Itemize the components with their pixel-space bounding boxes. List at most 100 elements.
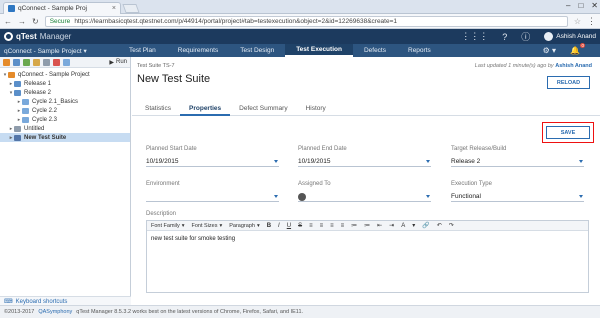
app-logo[interactable]: qTest [16,32,37,41]
tab-properties[interactable]: Properties [180,100,231,116]
delete-icon[interactable] [53,58,60,66]
detail-tabs: Statistics Properties Defect Summary His… [132,100,600,116]
tree-item-label: Cycle 2.2 [32,107,58,114]
dropdown-caret-icon[interactable] [579,195,583,198]
description-textarea[interactable]: new test suite for smoke testing [147,231,588,247]
numbered-list-icon[interactable]: ≔ [364,222,370,229]
release-icon [14,80,21,87]
settings-gear-icon[interactable]: ⚙ ▾ [543,46,556,55]
back-icon[interactable]: ← [4,17,12,26]
dropdown-caret-icon[interactable] [579,160,583,163]
environment-select[interactable] [146,192,279,202]
tree-item-release-1[interactable]: ▸ Release 1 [0,79,130,88]
link-icon[interactable]: 🔗 [422,222,429,229]
environment-label: Environment [146,181,180,187]
apps-grid-icon[interactable]: ⋮⋮⋮ [461,31,488,42]
copy-icon[interactable] [43,58,50,66]
project-selector[interactable]: qConnect - Sample Project ▾ [0,44,118,57]
tree-item-project[interactable]: ▾ qConnect - Sample Project [0,70,130,79]
tree-item-release-2[interactable]: ▾ Release 2 [0,88,130,97]
forward-icon[interactable]: → [18,17,26,26]
new-tab-button[interactable] [122,4,140,13]
execution-type-select[interactable]: Functional [451,192,584,202]
nav-requirements[interactable]: Requirements [167,44,229,57]
indent-icon[interactable]: ⇥ [389,222,394,229]
maximize-icon[interactable]: □ [578,1,583,10]
editor-toolbar: Font Family ▾ Font Sizes ▾ Paragraph ▾ B I … [147,221,588,231]
tree-item-cycle-2-3[interactable]: ▸ Cycle 2.3 [0,115,130,124]
nav-test-plan[interactable]: Test Plan [118,44,167,57]
user-menu[interactable]: Ashish Anand [544,32,596,41]
help-icon[interactable]: ? [502,32,507,42]
new-release-icon[interactable] [3,58,10,66]
assigned-to-select[interactable] [298,192,431,202]
text-color-icon[interactable]: A [401,223,405,229]
close-tab-icon[interactable]: × [112,5,116,12]
execution-type-field: Execution Type Functional [451,181,584,202]
redo-icon[interactable]: ↷ [449,222,454,229]
font-sizes-select[interactable]: Font Sizes ▾ [192,223,223,229]
italic-button[interactable]: I [278,223,280,229]
text-color-dropdown-icon[interactable]: ▾ [412,222,415,229]
save-button[interactable]: SAVE [546,126,590,139]
assigned-to-label: Assigned To [298,181,331,187]
new-suite-icon[interactable] [23,58,30,66]
tree-item-cycle-2-1[interactable]: ▸ Cycle 2.1_Basics [0,97,130,106]
last-updated-user-link[interactable]: Ashish Anand [555,63,592,69]
add-test-run-icon[interactable] [33,58,40,66]
align-justify-icon[interactable]: ≡ [341,223,345,229]
run-button[interactable]: ▶ Run [109,59,127,66]
align-left-icon[interactable]: ≡ [309,223,313,229]
nav-reports[interactable]: Reports [397,44,442,57]
browser-tab[interactable]: qConnect - Sample Proj × [3,2,121,14]
undo-icon[interactable]: ↶ [437,222,442,229]
strikethrough-button[interactable]: S [298,223,302,229]
dropdown-caret-icon[interactable] [274,160,278,163]
target-release-select[interactable]: Release 2 [451,157,584,167]
url-input[interactable]: Secure https://learnbasicqtest.qtestnet.… [44,15,568,27]
browser-menu-icon[interactable]: ⋮ [587,16,596,27]
test-execution-tree-panel: ▶ Run ▾ qConnect - Sample Project ▸ Rele… [0,57,131,304]
nav-test-execution[interactable]: Test Execution [285,44,353,57]
tab-history[interactable]: History [297,100,335,116]
run-label: Run [115,59,127,65]
close-window-icon[interactable]: ✕ [591,1,598,10]
nav-test-design[interactable]: Test Design [229,44,285,57]
underline-button[interactable]: U [287,223,291,229]
tree-item-cycle-2-2[interactable]: ▸ Cycle 2.2 [0,106,130,115]
align-center-icon[interactable]: ≡ [320,223,324,229]
info-icon[interactable]: ⓘ [521,30,530,43]
nav-defects[interactable]: Defects [353,44,397,57]
reload-button[interactable]: RELOAD [547,76,590,89]
footer-copyright: ©2013-2017 [4,309,35,315]
dropdown-caret-icon[interactable] [426,160,430,163]
bold-button[interactable]: B [267,223,271,229]
chevron-down-icon: ▾ [256,222,260,229]
execution-type-label: Execution Type [451,181,492,187]
tree-item-new-test-suite[interactable]: ▸ New Test Suite [0,133,130,142]
refresh-tree-icon[interactable] [63,58,70,66]
footer-company-link[interactable]: QASymphony [38,309,72,315]
tab-defect-summary[interactable]: Defect Summary [230,100,296,116]
outdent-icon[interactable]: ⇤ [377,222,382,229]
align-right-icon[interactable]: ≡ [330,223,334,229]
tab-statistics[interactable]: Statistics [136,100,180,116]
font-family-select[interactable]: Font Family ▾ [151,223,185,229]
bullet-list-icon[interactable]: ≔ [351,222,357,229]
page-title[interactable]: New Test Suite [137,73,210,85]
tree-item-label: qConnect - Sample Project [18,71,90,78]
bookmark-star-icon[interactable]: ☆ [574,17,581,26]
dropdown-caret-icon[interactable] [274,195,278,198]
paragraph-select[interactable]: Paragraph ▾ [229,223,259,229]
planned-start-date-input[interactable]: 10/19/2015 [146,157,279,167]
new-cycle-icon[interactable] [13,58,20,66]
dropdown-caret-icon[interactable] [426,195,430,198]
refresh-icon[interactable]: ↻ [32,17,39,26]
test-suite-icon [14,134,21,141]
notification-count-badge: 0 [580,43,585,48]
tree-item-untitled[interactable]: ▸ Untitled [0,124,130,133]
notifications-bell-icon[interactable]: 🔔 0 [570,43,585,55]
minimize-icon[interactable]: – [566,1,570,10]
planned-start-date-field: Planned Start Date 10/19/2015 [146,146,279,167]
planned-end-date-input[interactable]: 10/19/2015 [298,157,431,167]
